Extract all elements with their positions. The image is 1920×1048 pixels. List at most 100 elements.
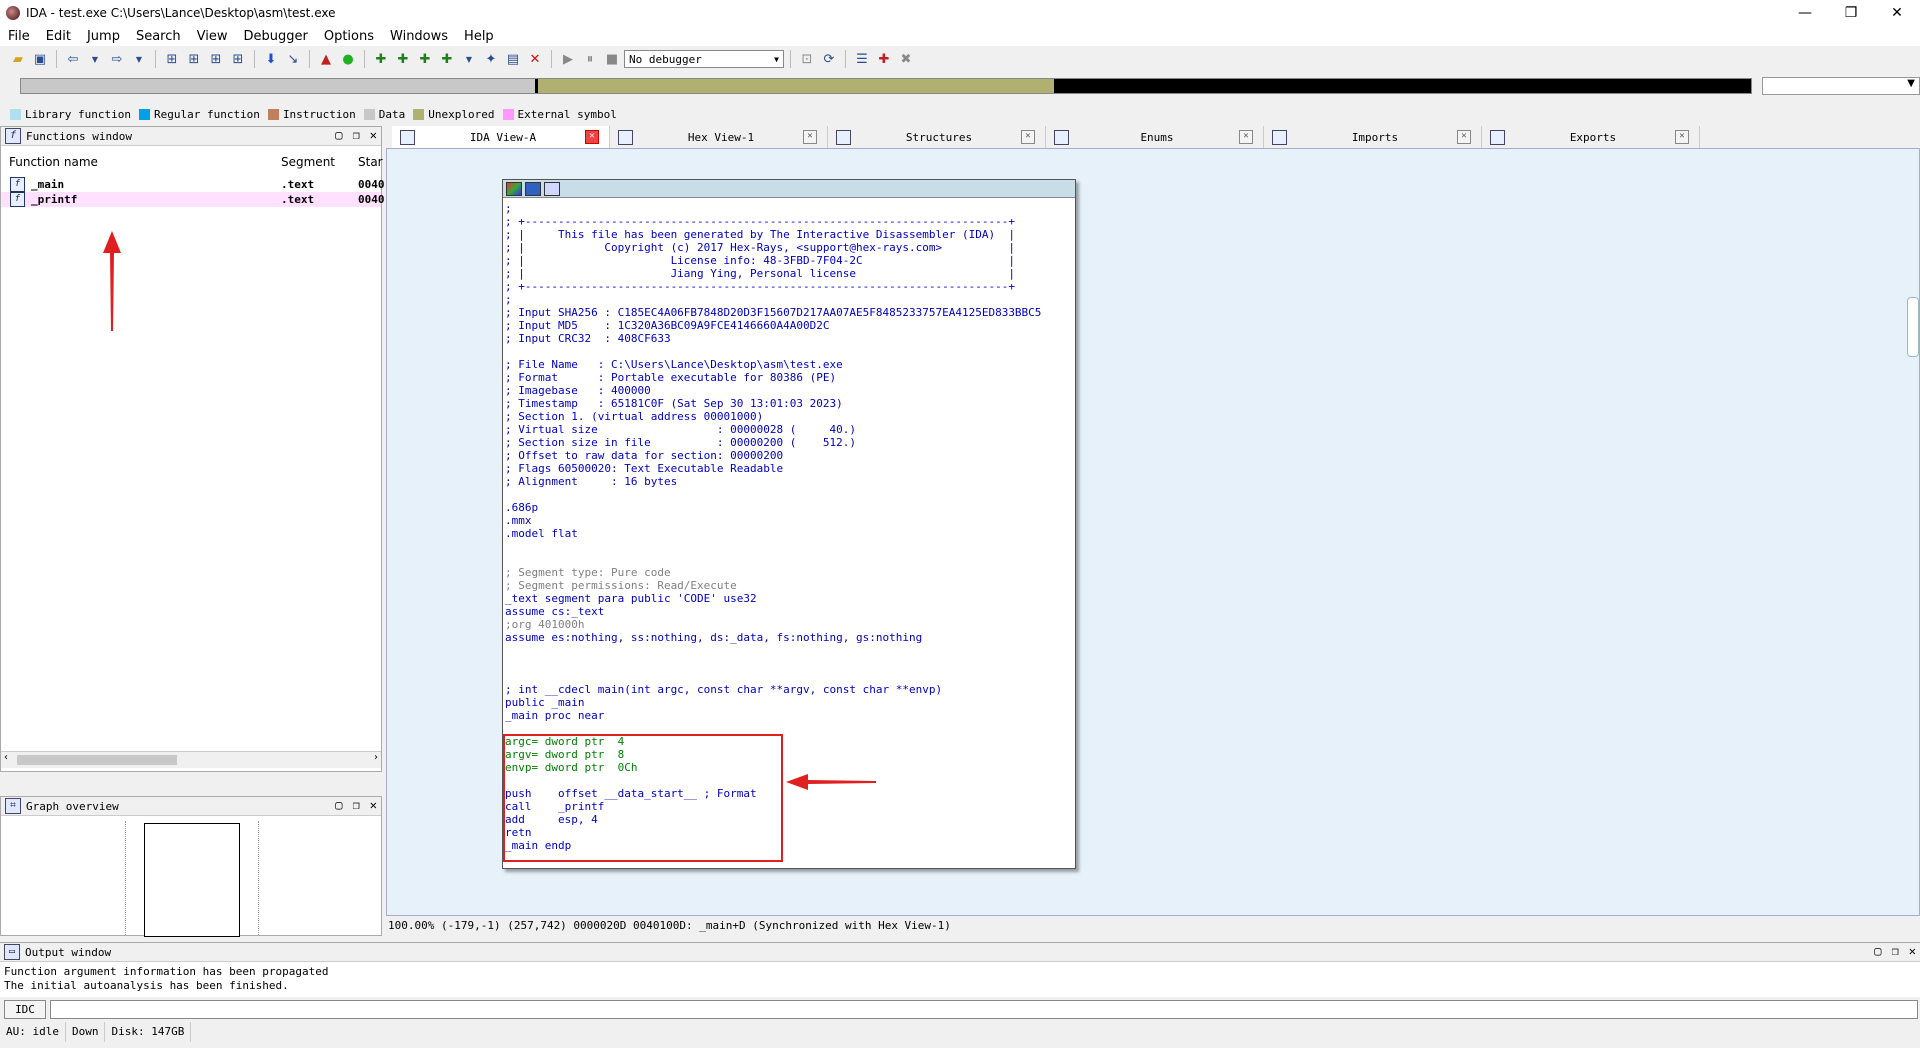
- code-line[interactable]: ; | Jiang Ying, Personal license |: [505, 267, 1073, 280]
- table-row[interactable]: f _main .text 0040: [1, 177, 385, 192]
- tab-close-icon[interactable]: ✕: [1239, 130, 1253, 144]
- code-line[interactable]: [505, 345, 1073, 358]
- save-icon[interactable]: ▣: [30, 49, 50, 69]
- code-line[interactable]: assume cs:_text: [505, 605, 1073, 618]
- stop-icon[interactable]: ■: [602, 49, 622, 69]
- dropdown-arrow-icon[interactable]: ▼: [459, 49, 479, 69]
- code-line[interactable]: ; Section size in file : 00000200 ( 512.…: [505, 436, 1073, 449]
- menu-windows[interactable]: Windows: [382, 29, 456, 44]
- code-line[interactable]: ; +-------------------------------------…: [505, 215, 1073, 228]
- scrollbar-thumb[interactable]: [1907, 297, 1919, 357]
- xref-icon[interactable]: ✦: [481, 49, 501, 69]
- tab-close-icon[interactable]: ✕: [585, 130, 599, 144]
- restore-button[interactable]: ❐: [1828, 0, 1874, 26]
- code-line[interactable]: .model flat: [505, 527, 1073, 540]
- tab-ida-view-a[interactable]: IDA View-A ✕: [392, 126, 610, 148]
- scroll-left-icon[interactable]: ‹: [4, 752, 8, 763]
- graph-overview-area[interactable]: [125, 821, 259, 937]
- nav-dropdown[interactable]: ▼: [1762, 77, 1920, 95]
- tab-close-icon[interactable]: ✕: [1457, 130, 1471, 144]
- code-line[interactable]: ; Flags 60500020: Text Executable Readab…: [505, 462, 1073, 475]
- add-item-icon[interactable]: ✚: [415, 49, 435, 69]
- panel-float-icon[interactable]: ❐: [353, 128, 360, 142]
- menu-edit[interactable]: Edit: [38, 29, 79, 44]
- menu-options[interactable]: Options: [316, 29, 382, 44]
- menu-file[interactable]: File: [0, 29, 38, 44]
- code-icon[interactable]: ▲: [316, 49, 336, 69]
- vertical-scrollbar[interactable]: [1905, 149, 1919, 919]
- command-input[interactable]: [50, 1000, 1918, 1019]
- code-line[interactable]: ; Input MD5 : 1C320A36BC09A9FCE4146660A4…: [505, 319, 1073, 332]
- code-line[interactable]: _main proc near: [505, 709, 1073, 722]
- code-line[interactable]: ; Segment permissions: Read/Execute: [505, 579, 1073, 592]
- code-line[interactable]: [505, 644, 1073, 657]
- code-line[interactable]: [505, 488, 1073, 501]
- table-row[interactable]: f _printf .text 0040: [1, 192, 385, 207]
- idc-language-button[interactable]: IDC: [4, 1000, 46, 1019]
- code-line[interactable]: ; | This file has been generated by The …: [505, 228, 1073, 241]
- breakpoint-list-icon[interactable]: ☰: [852, 49, 872, 69]
- code-line[interactable]: ; Virtual size : 00000028 ( 40.): [505, 423, 1073, 436]
- code-line[interactable]: ; Input SHA256 : C185EC4A06FB7848D20D3F1…: [505, 306, 1073, 319]
- binoculars-icon[interactable]: ⊞: [184, 49, 204, 69]
- binoculars-icon[interactable]: ⊞: [206, 49, 226, 69]
- code-line[interactable]: ; Alignment : 16 bytes: [505, 475, 1073, 488]
- debugger-select[interactable]: No debugger ▼: [624, 50, 784, 68]
- add-struct-icon[interactable]: ✚: [393, 49, 413, 69]
- code-line[interactable]: ; Input CRC32 : 408CF633: [505, 332, 1073, 345]
- node-header[interactable]: [503, 180, 1075, 198]
- panel-minimize-icon[interactable]: ▢: [1874, 944, 1881, 958]
- code-line[interactable]: ;: [505, 202, 1073, 215]
- tab-hex-view-1[interactable]: Hex View-1 ✕: [610, 126, 828, 148]
- code-line[interactable]: [505, 553, 1073, 566]
- code-line[interactable]: .686p: [505, 501, 1073, 514]
- navigation-bar[interactable]: [20, 78, 1752, 94]
- column-function-name[interactable]: Function name: [9, 155, 98, 169]
- pause-icon[interactable]: ⏸: [580, 49, 600, 69]
- menu-jump[interactable]: Jump: [79, 29, 128, 44]
- open-folder-icon[interactable]: ▰: [8, 49, 28, 69]
- panel-float-icon[interactable]: ❐: [353, 798, 360, 812]
- remove-breakpoint-icon[interactable]: ✖: [896, 49, 916, 69]
- pointer-icon[interactable]: ↘: [283, 49, 303, 69]
- panel-close-icon[interactable]: ✕: [370, 128, 377, 142]
- code-line[interactable]: _text segment para public 'CODE' use32: [505, 592, 1073, 605]
- node-image-icon[interactable]: [525, 181, 541, 196]
- code-line[interactable]: ; +-------------------------------------…: [505, 280, 1073, 293]
- panel-float-icon[interactable]: ❐: [1892, 944, 1899, 958]
- panel-close-icon[interactable]: ✕: [1909, 944, 1916, 958]
- panel-close-icon[interactable]: ✕: [370, 798, 377, 812]
- menu-search[interactable]: Search: [128, 29, 189, 44]
- binoculars-icon[interactable]: ⊞: [228, 49, 248, 69]
- tab-imports[interactable]: Imports ✕: [1264, 126, 1482, 148]
- output-text[interactable]: Function argument information has been p…: [4, 965, 329, 993]
- disassembly-graph-node[interactable]: ;; +------------------------------------…: [502, 179, 1076, 869]
- panel-minimize-icon[interactable]: ▢: [335, 798, 342, 812]
- binoculars-icon[interactable]: ⊞: [162, 49, 182, 69]
- code-line[interactable]: ;org 401000h: [505, 618, 1073, 631]
- sync-icon[interactable]: ⟳: [819, 49, 839, 69]
- add-function-icon[interactable]: ✚: [371, 49, 391, 69]
- image-icon[interactable]: ▤: [503, 49, 523, 69]
- dropdown-arrow-icon[interactable]: ▼: [85, 49, 105, 69]
- code-line[interactable]: [505, 540, 1073, 553]
- back-arrow-icon[interactable]: ⇦: [63, 49, 83, 69]
- node-group-icon[interactable]: [544, 181, 560, 196]
- code-line[interactable]: [505, 657, 1073, 670]
- menu-view[interactable]: View: [189, 29, 236, 44]
- tab-close-icon[interactable]: ✕: [1675, 130, 1689, 144]
- close-button[interactable]: ✕: [1874, 0, 1920, 26]
- tab-close-icon[interactable]: ✕: [803, 130, 817, 144]
- output-window-titlebar[interactable]: ▭ Output window ▢ ❐ ✕: [0, 943, 1920, 962]
- debug-attach-icon[interactable]: ⊡: [797, 49, 817, 69]
- forward-arrow-icon[interactable]: ⇨: [107, 49, 127, 69]
- code-line[interactable]: ; Segment type: Pure code: [505, 566, 1073, 579]
- menu-debugger[interactable]: Debugger: [235, 29, 315, 44]
- code-line[interactable]: ; Offset to raw data for section: 000002…: [505, 449, 1073, 462]
- code-line[interactable]: ;: [505, 293, 1073, 306]
- dropdown-arrow-icon[interactable]: ▼: [129, 49, 149, 69]
- code-line[interactable]: assume es:nothing, ss:nothing, ds:_data,…: [505, 631, 1073, 644]
- code-line[interactable]: ; Format : Portable executable for 80386…: [505, 371, 1073, 384]
- code-line[interactable]: ; File Name : C:\Users\Lance\Desktop\asm…: [505, 358, 1073, 371]
- code-line[interactable]: public _main: [505, 696, 1073, 709]
